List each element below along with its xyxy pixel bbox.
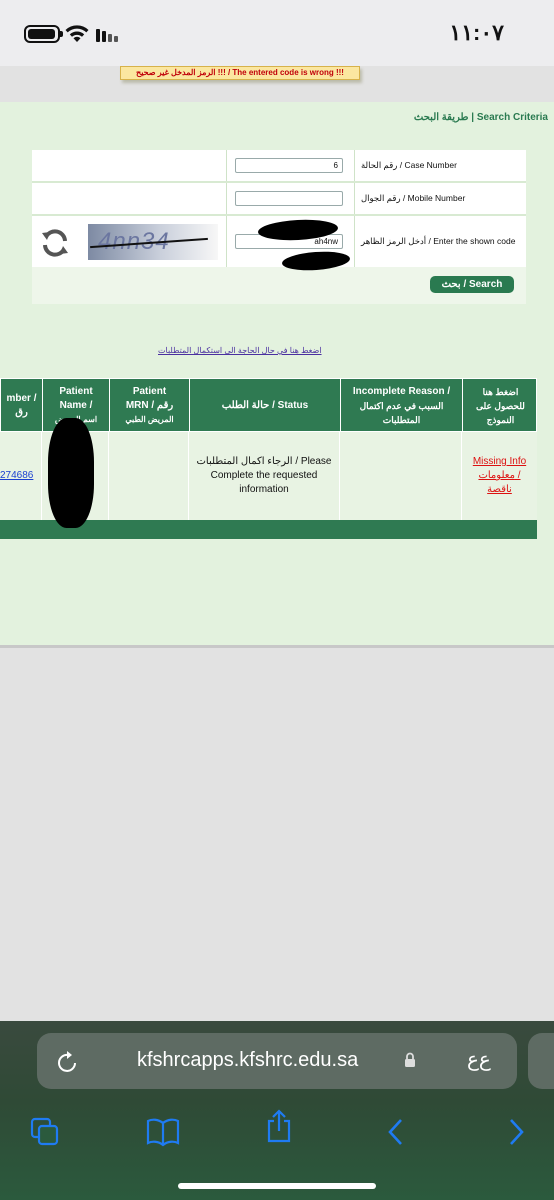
col-status: حالة الطلب / Status — [189, 379, 340, 433]
redaction-mark — [48, 418, 94, 528]
complete-requirements-link[interactable]: اضغط هنا في حال الحاجة الى استكمال المتط… — [158, 346, 322, 355]
captcha-code-label: أدخل الرمز الظاهر / Enter the shown code — [354, 216, 526, 267]
mobile-number-row: رقم الجوال / Mobile Number — [32, 183, 526, 214]
bookmarks-icon[interactable] — [146, 1117, 180, 1147]
patient-mrn-cell — [108, 432, 188, 520]
col-incomplete-reason: Incomplete Reason / السبب في عدم اكتمال ال… — [340, 379, 462, 433]
address-bar[interactable]: kfshrcapps.kfshrc.edu.sa ع‌ع — [37, 1033, 517, 1089]
incomplete-reason-cell — [339, 432, 461, 520]
web-page: الرمز المدخل غير صحيح !!! / The entered … — [0, 66, 554, 1021]
status-bar: ١١:٠٧ — [0, 0, 554, 66]
case-number-label: رقم الحالة / Case Number — [354, 150, 526, 181]
mobile-number-label: رقم الجوال / Mobile Number — [354, 183, 526, 214]
back-icon[interactable] — [386, 1117, 406, 1147]
error-message: الرمز المدخل غير صحيح !!! / The entered … — [120, 66, 360, 80]
browser-toolbar: kfshrcapps.kfshrc.edu.sa ع‌ع — [0, 1021, 554, 1200]
reload-icon[interactable] — [57, 1049, 79, 1073]
home-indicator — [178, 1183, 376, 1189]
case-number-cell: 274686 — [0, 432, 41, 520]
next-tab-preview[interactable] — [528, 1033, 554, 1089]
search-panel: طريقة البحث | Search Criteria 6 رقم الحا… — [0, 102, 554, 648]
case-number-input[interactable]: 6 — [235, 158, 343, 173]
case-number-link[interactable]: 274686 — [0, 469, 33, 483]
battery-icon — [24, 25, 63, 43]
cellular-signal-icon — [96, 26, 120, 42]
col-form-link: اضغط هنا للحصول على النموذج — [462, 379, 538, 433]
search-button[interactable]: بحث / Search — [430, 276, 514, 293]
col-case-number: mber / رق — [6, 393, 37, 418]
col-patient-mrn: Patient MRN / رقم المريض الطبي — [109, 379, 189, 433]
text-size-button[interactable]: ع‌ع — [467, 1047, 491, 1072]
status-cell: الرجاء اكمال المتطلبات / Please Complete … — [188, 432, 339, 520]
lock-icon — [405, 1052, 415, 1067]
mobile-number-input[interactable] — [235, 191, 343, 206]
forward-icon[interactable] — [506, 1117, 526, 1147]
url-text: kfshrcapps.kfshrc.edu.sa — [137, 1049, 359, 1071]
wifi-icon — [65, 25, 89, 42]
captcha-image: 4nn34 — [88, 224, 218, 260]
missing-info-link[interactable]: Missing Info معلومات / ناقصة — [461, 432, 537, 520]
results-table: mber /رق PatientName /اسم المريض Patient… — [0, 378, 537, 539]
share-icon[interactable] — [264, 1109, 294, 1143]
clock: ١١:٠٧ — [449, 20, 504, 45]
refresh-captcha-icon[interactable] — [40, 228, 70, 258]
case-number-row: 6 رقم الحالة / Case Number — [32, 150, 526, 181]
tabs-icon[interactable] — [30, 1117, 60, 1147]
search-criteria-title: طريقة البحث | Search Criteria — [413, 112, 548, 123]
